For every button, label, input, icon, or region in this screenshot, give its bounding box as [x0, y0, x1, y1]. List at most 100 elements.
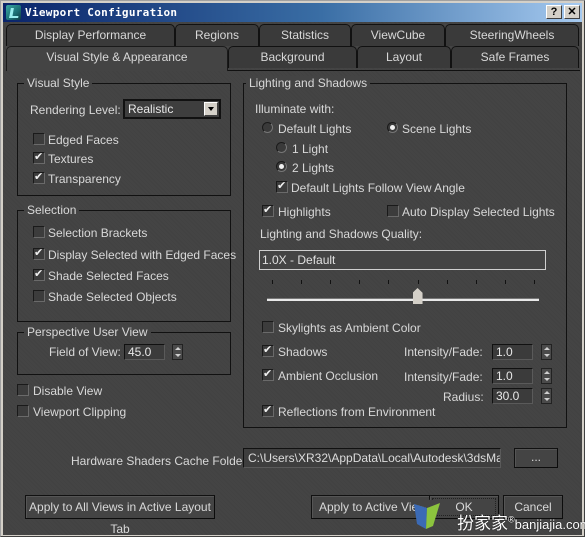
slider-tick	[388, 280, 390, 284]
rendering-level-dropdown[interactable]: Realistic	[123, 99, 221, 119]
disable-view-checkbox[interactable]	[17, 384, 29, 396]
quality-slider[interactable]	[267, 278, 539, 308]
selection-legend: Selection	[24, 203, 80, 217]
shadows-checkbox[interactable]	[262, 343, 274, 357]
field-of-view-label: Field of View:	[49, 345, 121, 359]
display-selected-edged-checkbox[interactable]	[33, 246, 45, 260]
tab-safe-frames[interactable]: Safe Frames	[451, 46, 579, 68]
slider-thumb[interactable]	[412, 288, 423, 304]
selection-brackets-checkbox[interactable]	[33, 226, 45, 238]
highlights-label: Highlights	[278, 205, 331, 219]
shade-selected-faces-checkbox[interactable]	[33, 267, 45, 281]
tab-visual-style-appearance[interactable]: Visual Style & Appearance	[6, 46, 228, 71]
slider-tick	[359, 280, 361, 284]
highlights-checkbox[interactable]	[262, 203, 274, 217]
help-button[interactable]: ?	[546, 5, 562, 19]
shade-selected-faces-label: Shade Selected Faces	[48, 269, 169, 283]
follow-view-angle-checkbox[interactable]	[276, 179, 288, 193]
follow-view-angle-label: Default Lights Follow View Angle	[291, 181, 465, 195]
visual-style-legend: Visual Style	[24, 76, 93, 90]
selection-brackets-label: Selection Brackets	[48, 226, 148, 240]
slider-track[interactable]	[267, 298, 539, 301]
ao-radius-input[interactable]: 30.0	[492, 388, 533, 404]
dialog-body: Display Performance Regions Statistics V…	[3, 22, 582, 536]
tab-regions[interactable]: Regions	[175, 24, 259, 46]
shade-selected-objects-checkbox[interactable]	[33, 290, 45, 302]
ok-button[interactable]: OK	[429, 495, 499, 519]
disable-view-label: Disable View	[33, 384, 103, 398]
ambient-occlusion-label: Ambient Occlusion	[278, 369, 379, 383]
cache-folder-label: Hardware Shaders Cache Folder:	[71, 454, 250, 468]
tab-steeringwheels[interactable]: SteeringWheels	[445, 24, 579, 46]
slider-tick	[301, 280, 303, 284]
scene-lights-radio[interactable]	[387, 122, 398, 133]
illuminate-with-label: Illuminate with:	[255, 102, 335, 116]
rendering-level-label: Rendering Level:	[30, 103, 121, 117]
shadows-intensity-label: Intensity/Fade:	[404, 345, 483, 359]
tab-layout[interactable]: Layout	[357, 46, 451, 68]
ao-intensity-input[interactable]: 1.0	[492, 368, 533, 384]
one-light-label: 1 Light	[292, 142, 329, 156]
tab-display-performance[interactable]: Display Performance	[6, 24, 175, 46]
viewport-clipping-checkbox[interactable]	[17, 405, 29, 417]
perspective-legend: Perspective User View	[24, 325, 151, 339]
skylights-ambient-label: Skylights as Ambient Color	[278, 321, 421, 335]
tab-statistics[interactable]: Statistics	[259, 24, 351, 46]
skylights-ambient-checkbox[interactable]	[262, 321, 274, 333]
slider-tick	[330, 280, 332, 284]
two-lights-radio[interactable]	[276, 161, 287, 172]
apply-all-views-button[interactable]: Apply to All Views in Active Layout Tab	[25, 495, 215, 536]
window-title: Viewport Configuration	[25, 6, 178, 19]
slider-tick	[534, 280, 535, 284]
slider-tick	[272, 280, 273, 284]
slider-tick	[446, 280, 448, 284]
default-lights-radio[interactable]	[262, 122, 273, 133]
field-of-view-spinner[interactable]	[172, 344, 183, 360]
two-lights-label: 2 Lights	[292, 161, 335, 175]
title-bar[interactable]: Viewport Configuration ? ✕	[3, 3, 582, 22]
ambient-occlusion-checkbox[interactable]	[262, 367, 274, 381]
textures-checkbox[interactable]	[33, 150, 45, 164]
browse-cache-folder-button[interactable]: ...	[514, 448, 558, 468]
cancel-button[interactable]: Cancel	[503, 495, 563, 519]
auto-display-selected-lights-label: Auto Display Selected Lights	[402, 205, 555, 219]
apply-active-view-button[interactable]: Apply to Active View	[311, 495, 439, 519]
ao-intensity-label: Intensity/Fade:	[404, 370, 483, 384]
slider-tick	[475, 280, 477, 284]
tab-viewcube[interactable]: ViewCube	[351, 24, 445, 46]
one-light-radio[interactable]	[276, 142, 287, 153]
tab-divider	[228, 70, 580, 71]
close-icon[interactable]: ✕	[564, 5, 580, 19]
ao-intensity-spinner[interactable]	[541, 368, 552, 384]
default-lights-label: Default Lights	[278, 122, 352, 136]
edged-faces-label: Edged Faces	[48, 133, 119, 147]
quality-label: Lighting and Shadows Quality:	[260, 227, 423, 241]
viewport-clipping-label: Viewport Clipping	[33, 405, 127, 419]
cache-folder-input[interactable]: C:\Users\XR32\AppData\Local\Autodesk\3ds…	[243, 448, 501, 468]
auto-display-selected-lights-checkbox[interactable]	[387, 205, 399, 217]
textures-label: Textures	[48, 152, 94, 166]
3dsmax-app-icon	[6, 5, 21, 20]
slider-tick	[504, 280, 506, 284]
reflections-label: Reflections from Environment	[278, 405, 436, 419]
viewport-configuration-dialog: Viewport Configuration ? ✕ Display Perfo…	[0, 0, 585, 537]
rendering-level-value: Realistic	[128, 102, 174, 116]
edged-faces-checkbox[interactable]	[33, 133, 45, 145]
shadows-intensity-spinner[interactable]	[541, 344, 552, 360]
field-of-view-input[interactable]: 45.0	[124, 344, 165, 360]
tab-background[interactable]: Background	[228, 46, 357, 68]
shadows-label: Shadows	[278, 345, 328, 359]
transparency-label: Transparency	[48, 172, 121, 186]
reflections-checkbox[interactable]	[262, 403, 274, 417]
lighting-shadows-legend: Lighting and Shadows	[246, 76, 371, 90]
ao-radius-spinner[interactable]	[541, 388, 552, 404]
ao-radius-label: Radius:	[443, 390, 484, 404]
transparency-checkbox[interactable]	[33, 170, 45, 184]
shadows-intensity-input[interactable]: 1.0	[492, 344, 533, 360]
chevron-down-icon[interactable]	[204, 102, 218, 116]
quality-value-display: 1.0X - Default	[259, 250, 546, 270]
shade-selected-objects-label: Shade Selected Objects	[48, 290, 177, 304]
scene-lights-label: Scene Lights	[402, 122, 472, 136]
slider-tick	[417, 280, 419, 284]
display-selected-edged-label: Display Selected with Edged Faces	[48, 248, 237, 262]
